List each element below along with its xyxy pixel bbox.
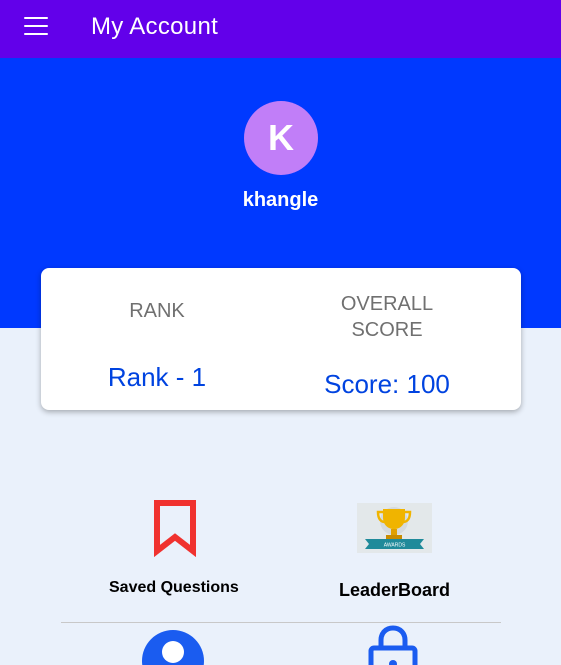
overall-score-label-line1: OVERALL [340,293,434,315]
trophy-awards-icon: AWARDS [357,503,432,553]
profile-button[interactable] [140,628,206,665]
overall-score-label: OVERALL SCORE [287,291,487,343]
score-value: Score: 100 [324,369,450,399]
user-icon [142,630,204,665]
divider [61,622,501,623]
saved-questions-button[interactable]: Saved Questions [100,495,250,605]
lock-icon [368,625,418,665]
avatar: K [244,101,318,175]
bookmark-icon [154,500,196,557]
leaderboard-button[interactable]: AWARDS LeaderBoard [320,495,470,605]
hamburger-menu-icon[interactable] [24,17,48,35]
username: khangle [242,189,319,211]
change-password-button[interactable] [365,624,421,665]
svg-text:AWARDS: AWARDS [384,543,406,549]
stats-card: RANK Rank - 1 OVERALL SCORE Score: 100 [41,268,521,410]
overall-score-label-line2: SCORE [351,319,423,341]
app-bar: My Account [0,0,561,58]
saved-questions-label: Saved Questions [109,579,239,596]
leaderboard-label: LeaderBoard [339,580,451,600]
rank-label: RANK [129,300,185,322]
rank-value: Rank - 1 [107,362,207,392]
page-title: My Account [91,13,219,40]
